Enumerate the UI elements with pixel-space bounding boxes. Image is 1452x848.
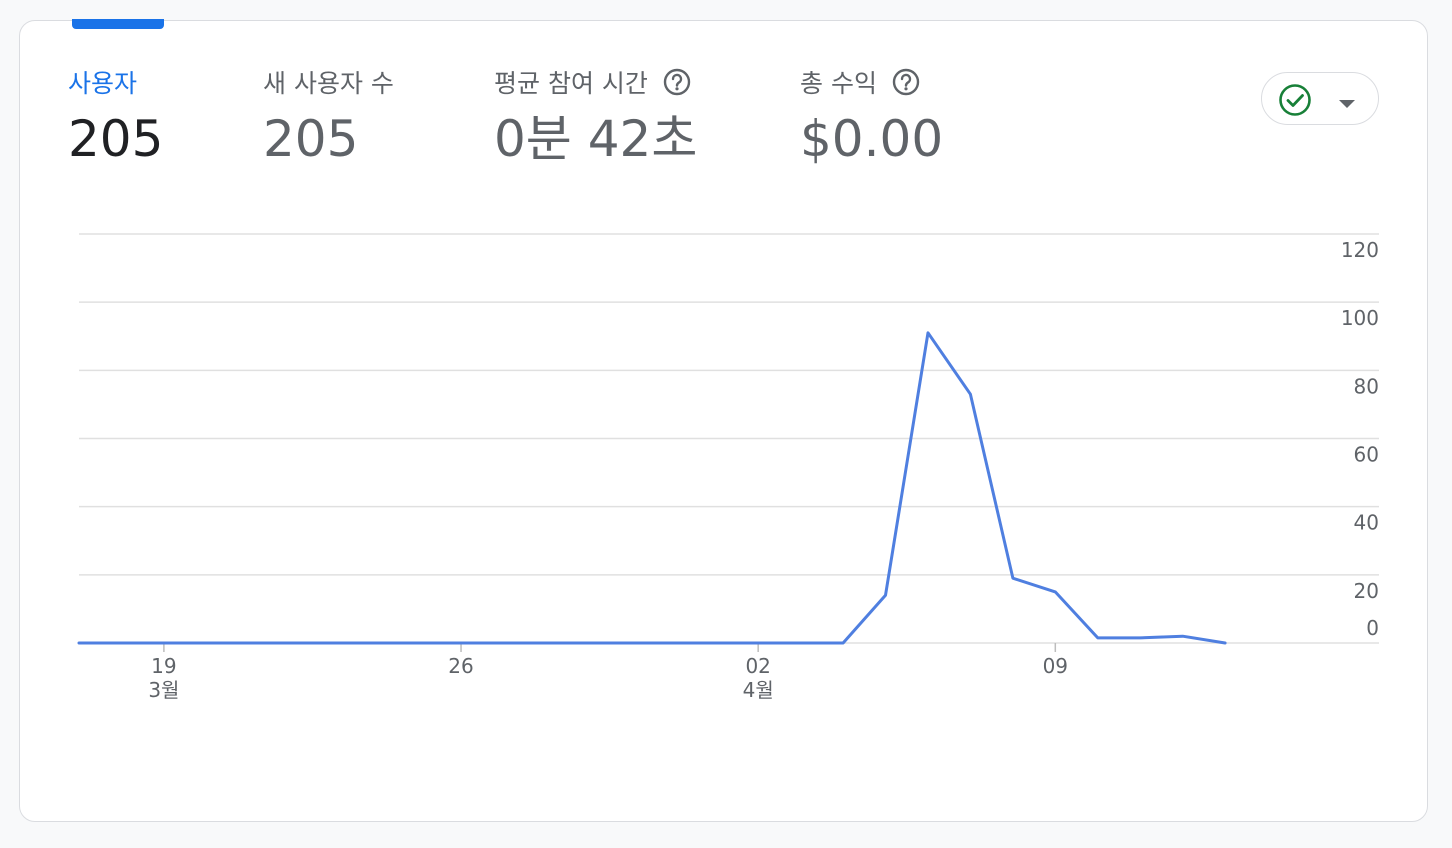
x-tick-sublabel: 3월 xyxy=(148,678,179,702)
x-tick-label: 02 xyxy=(745,654,770,678)
users-line-chart: 120 100 80 60 40 20 0 193월 26 024월 09 xyxy=(77,233,1379,702)
y-tick-label: 120 xyxy=(1341,238,1379,262)
metrics-card: 사용자 205 새 사용자 수 205 평균 참여 시간 0분 42초 총 수익 xyxy=(19,19,1428,822)
y-tick-label: 60 xyxy=(1354,443,1379,467)
y-tick-label: 0 xyxy=(1366,616,1379,640)
y-tick-label: 40 xyxy=(1354,511,1379,535)
x-tick-sublabel: 4월 xyxy=(743,678,774,702)
x-tick-label: 19 xyxy=(151,654,176,678)
series-line-users xyxy=(77,331,1227,645)
y-tick-label: 20 xyxy=(1354,579,1379,603)
x-tick-label: 26 xyxy=(448,654,473,678)
y-tick-label: 100 xyxy=(1341,306,1379,330)
x-tick-label: 09 xyxy=(1043,654,1068,678)
y-tick-label: 80 xyxy=(1354,374,1379,398)
